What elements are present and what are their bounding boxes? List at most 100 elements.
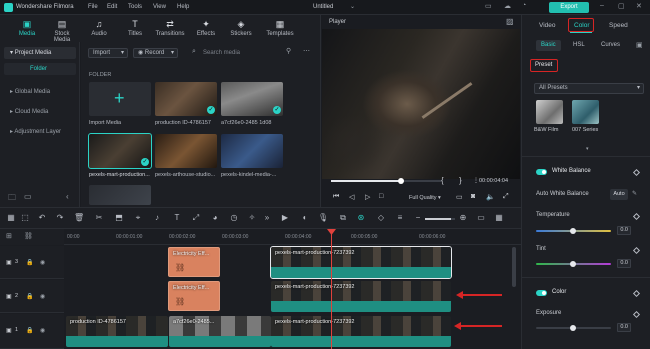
- close-icon[interactable]: ✕: [636, 2, 642, 10]
- more-icon[interactable]: »: [262, 213, 272, 222]
- progress-knob[interactable]: [398, 178, 404, 184]
- filter-icon[interactable]: ⚲: [286, 47, 291, 55]
- video-clip[interactable]: pexels-mart-production-7237392: [271, 316, 451, 347]
- video-preview[interactable]: [322, 29, 520, 179]
- tab-transitions[interactable]: ⇄ Transitions: [155, 18, 185, 42]
- slider-knob[interactable]: [570, 228, 576, 234]
- crop-icon[interactable]: ⬒: [114, 213, 124, 222]
- minimize-icon[interactable]: –: [600, 2, 604, 9]
- subtab-curves[interactable]: Curves: [596, 40, 625, 51]
- sidebar-folder[interactable]: Folder: [4, 63, 76, 75]
- menu-view[interactable]: View: [153, 4, 166, 10]
- microphone-icon[interactable]: 🎙: [318, 213, 328, 222]
- fit-icon[interactable]: ▭: [476, 213, 486, 222]
- tint-value[interactable]: 0.0: [617, 259, 631, 268]
- keyframe-icon[interactable]: [632, 212, 641, 221]
- color-palette-icon[interactable]: ◕: [210, 213, 220, 222]
- cloud-icon[interactable]: ☁: [504, 2, 511, 10]
- tab-audio[interactable]: ♫ Audio: [84, 18, 114, 42]
- collapse-icon[interactable]: ‹: [66, 192, 69, 201]
- folder-icon[interactable]: ▭: [24, 192, 32, 201]
- import-dropdown[interactable]: Import ▾: [88, 48, 128, 58]
- select-icon[interactable]: ⬚: [20, 213, 30, 222]
- stop-icon[interactable]: □: [379, 193, 383, 200]
- maximize-icon[interactable]: ▢: [618, 2, 625, 10]
- user-icon[interactable]: ◔: [522, 2, 526, 9]
- media-thumb-a7cf[interactable]: ✓: [221, 82, 283, 116]
- link-icon[interactable]: ⛓: [24, 232, 33, 240]
- zoom-in-icon[interactable]: ⊕: [458, 213, 468, 222]
- slider-knob[interactable]: [570, 325, 576, 331]
- camera-icon[interactable]: ◙: [471, 193, 475, 200]
- render-icon[interactable]: ▶: [280, 213, 290, 222]
- more-icon[interactable]: ⋯: [303, 47, 310, 55]
- media-thumb-pexels-kindel[interactable]: [221, 134, 283, 168]
- keyframe-icon[interactable]: ◇: [376, 213, 386, 222]
- grid-icon[interactable]: ▦: [6, 213, 16, 222]
- step-back-icon[interactable]: ◁: [349, 193, 354, 201]
- subtab-hsl[interactable]: HSL: [568, 40, 590, 51]
- layers-icon[interactable]: ≡: [395, 213, 405, 222]
- tint-slider[interactable]: [536, 261, 611, 267]
- import-media-tile[interactable]: +: [89, 82, 151, 116]
- redo-icon[interactable]: ↷: [55, 213, 65, 222]
- eye-icon[interactable]: ◉: [40, 293, 45, 300]
- media-thumb-pexels-arthouse[interactable]: [155, 134, 217, 168]
- tab-media[interactable]: ▣ Media: [12, 18, 42, 43]
- exposure-slider[interactable]: [536, 325, 611, 331]
- ai-icon[interactable]: ⊛: [356, 213, 366, 222]
- media-thumb-production[interactable]: ✓: [155, 82, 217, 116]
- keyframe-icon[interactable]: [632, 246, 641, 255]
- playhead[interactable]: [331, 229, 332, 349]
- video-clip[interactable]: production ID-4786157: [66, 316, 168, 347]
- eyedropper-icon[interactable]: ✎: [632, 190, 637, 197]
- quality-dropdown[interactable]: Full Quality ▾: [409, 195, 441, 201]
- undo-icon[interactable]: ↶: [37, 213, 47, 222]
- new-folder-icon[interactable]: 🗀: [8, 192, 16, 206]
- search-input[interactable]: Search media: [203, 50, 240, 56]
- zoom-out-icon[interactable]: −: [413, 213, 423, 222]
- lock-icon[interactable]: 🔒: [26, 327, 33, 334]
- play-icon[interactable]: ▷: [365, 193, 370, 201]
- keyframe-icon[interactable]: [632, 168, 641, 177]
- mark-in-button[interactable]: {: [441, 176, 444, 185]
- effect-clip[interactable]: Electricity Eff... ⛓: [168, 281, 220, 311]
- volume-icon[interactable]: 🔈: [486, 193, 495, 201]
- mask-icon[interactable]: ◐: [300, 213, 310, 222]
- menu-tools[interactable]: Tools: [128, 4, 142, 10]
- export-button[interactable]: Export: [549, 2, 589, 13]
- menu-file[interactable]: File: [88, 4, 98, 10]
- split-icon[interactable]: ✂: [94, 213, 104, 222]
- slider-knob[interactable]: [570, 261, 576, 267]
- monitor-icon[interactable]: ▭: [485, 2, 492, 10]
- temperature-value[interactable]: 0.0: [617, 226, 631, 235]
- sidebar-item-global-media[interactable]: ▸ Global Media: [4, 86, 76, 98]
- subtab-basic[interactable]: Basic: [536, 40, 561, 51]
- tab-templates[interactable]: ▦ Templates: [262, 18, 298, 42]
- ruler[interactable]: 00:00 00:00:01:00 00:00:02:00 00:00:03:0…: [64, 229, 521, 245]
- preset-bw-film[interactable]: [536, 100, 563, 124]
- previous-frame-icon[interactable]: ⏮: [333, 193, 339, 201]
- audio-icon[interactable]: ♪: [152, 213, 162, 222]
- white-balance-toggle[interactable]: [536, 169, 547, 175]
- delete-icon[interactable]: 🗑: [74, 213, 84, 222]
- temperature-slider[interactable]: [536, 228, 611, 234]
- lock-icon[interactable]: 🔒: [26, 293, 33, 300]
- tag-icon[interactable]: ⌖: [133, 213, 143, 223]
- record-dropdown[interactable]: ◉ Record ▾: [133, 48, 178, 58]
- image-icon[interactable]: ▨: [506, 17, 514, 26]
- menu-help[interactable]: Help: [177, 4, 189, 10]
- sidebar-project-media[interactable]: ▾ Project Media: [4, 47, 76, 59]
- eye-icon[interactable]: ◉: [40, 327, 45, 334]
- player-progress[interactable]: [331, 178, 441, 184]
- display-icon[interactable]: ▭: [456, 193, 463, 201]
- lock-icon[interactable]: 🔒: [26, 259, 33, 266]
- save-preset-icon[interactable]: ▣: [636, 41, 643, 49]
- tab-stickers[interactable]: ◈ Stickers: [226, 18, 256, 42]
- preset-007-series[interactable]: [572, 100, 599, 124]
- grid-view-icon[interactable]: ▦: [494, 213, 504, 222]
- auto-button[interactable]: Auto: [610, 189, 628, 200]
- menu-edit[interactable]: Edit: [107, 4, 117, 10]
- video-clip[interactable]: a7cf26e0-2485...: [169, 316, 271, 347]
- presets-dropdown[interactable]: All Presets ▾: [534, 83, 644, 94]
